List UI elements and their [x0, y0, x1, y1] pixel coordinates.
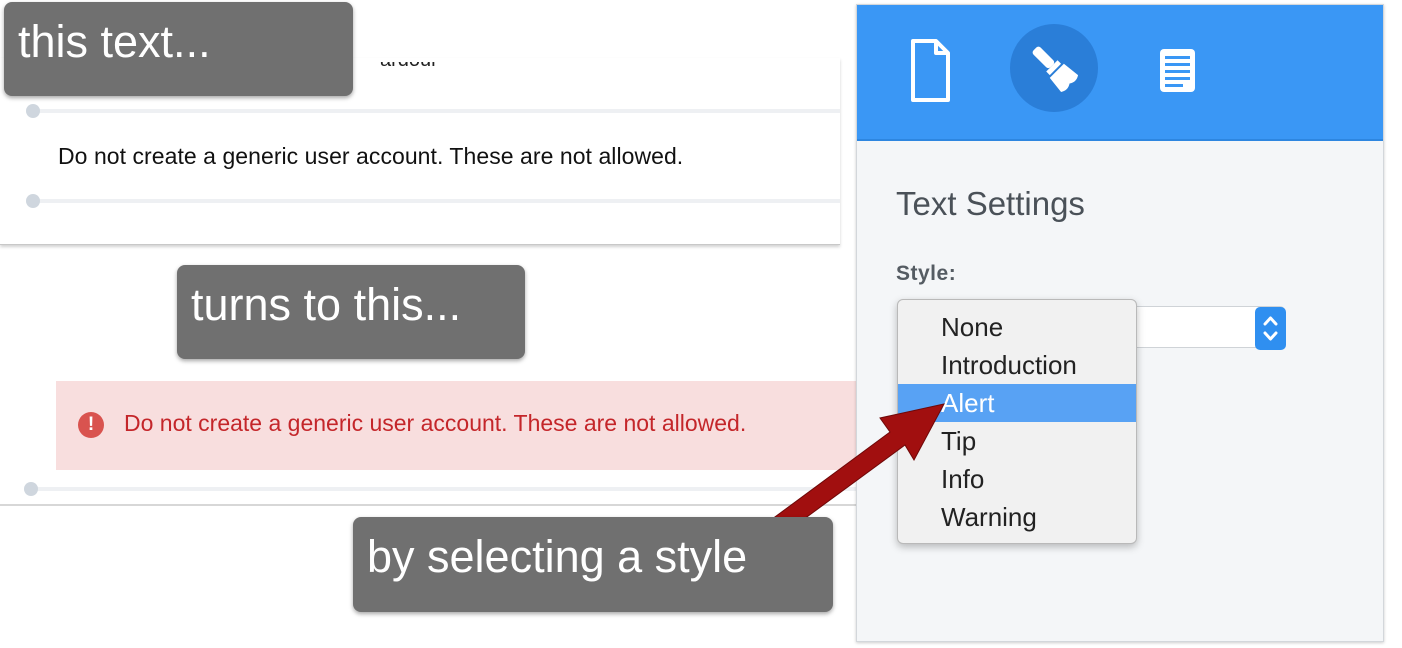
alert-text: Do not create a generic user account. Th…: [124, 410, 747, 436]
page-icon: [911, 39, 950, 102]
tab-style[interactable]: [1010, 24, 1098, 112]
alert-block[interactable]: ! Do not create a generic user account. …: [56, 381, 856, 470]
block-handle[interactable]: [26, 104, 40, 118]
tab-document[interactable]: [1133, 24, 1221, 112]
callout-by-selecting: by selecting a style: [353, 517, 833, 612]
style-dropdown-menu: None Introduction Alert Tip Info Warning: [897, 299, 1137, 544]
style-option-tip[interactable]: Tip: [898, 422, 1136, 460]
partial-block-text: ardour: [380, 62, 490, 80]
select-arrows-icon[interactable]: [1255, 307, 1286, 350]
style-option-warning[interactable]: Warning: [898, 498, 1136, 536]
style-option-alert[interactable]: Alert: [898, 384, 1136, 422]
block-separator: [34, 487, 856, 491]
tab-page[interactable]: [886, 24, 974, 112]
block-separator: [34, 199, 840, 203]
block-handle[interactable]: [26, 194, 40, 208]
block-separator: [34, 109, 840, 113]
document-lines-icon: [1160, 49, 1195, 92]
panel-tab-bar: [857, 5, 1383, 141]
callout-this-text: this text...: [4, 2, 353, 96]
style-option-info[interactable]: Info: [898, 460, 1136, 498]
brush-icon: [1032, 46, 1079, 93]
style-option-none[interactable]: None: [898, 308, 1136, 346]
panel-title: Text Settings: [896, 185, 1085, 222]
style-option-introduction[interactable]: Introduction: [898, 346, 1136, 384]
block-handle[interactable]: [24, 482, 38, 496]
paragraph-text[interactable]: Do not create a generic user account. Th…: [58, 143, 683, 170]
callout-turns-to-this: turns to this...: [177, 265, 525, 359]
alert-exclamation-icon: !: [78, 412, 104, 438]
editor-bottom-border: [0, 504, 856, 506]
style-label: Style:: [896, 262, 957, 285]
